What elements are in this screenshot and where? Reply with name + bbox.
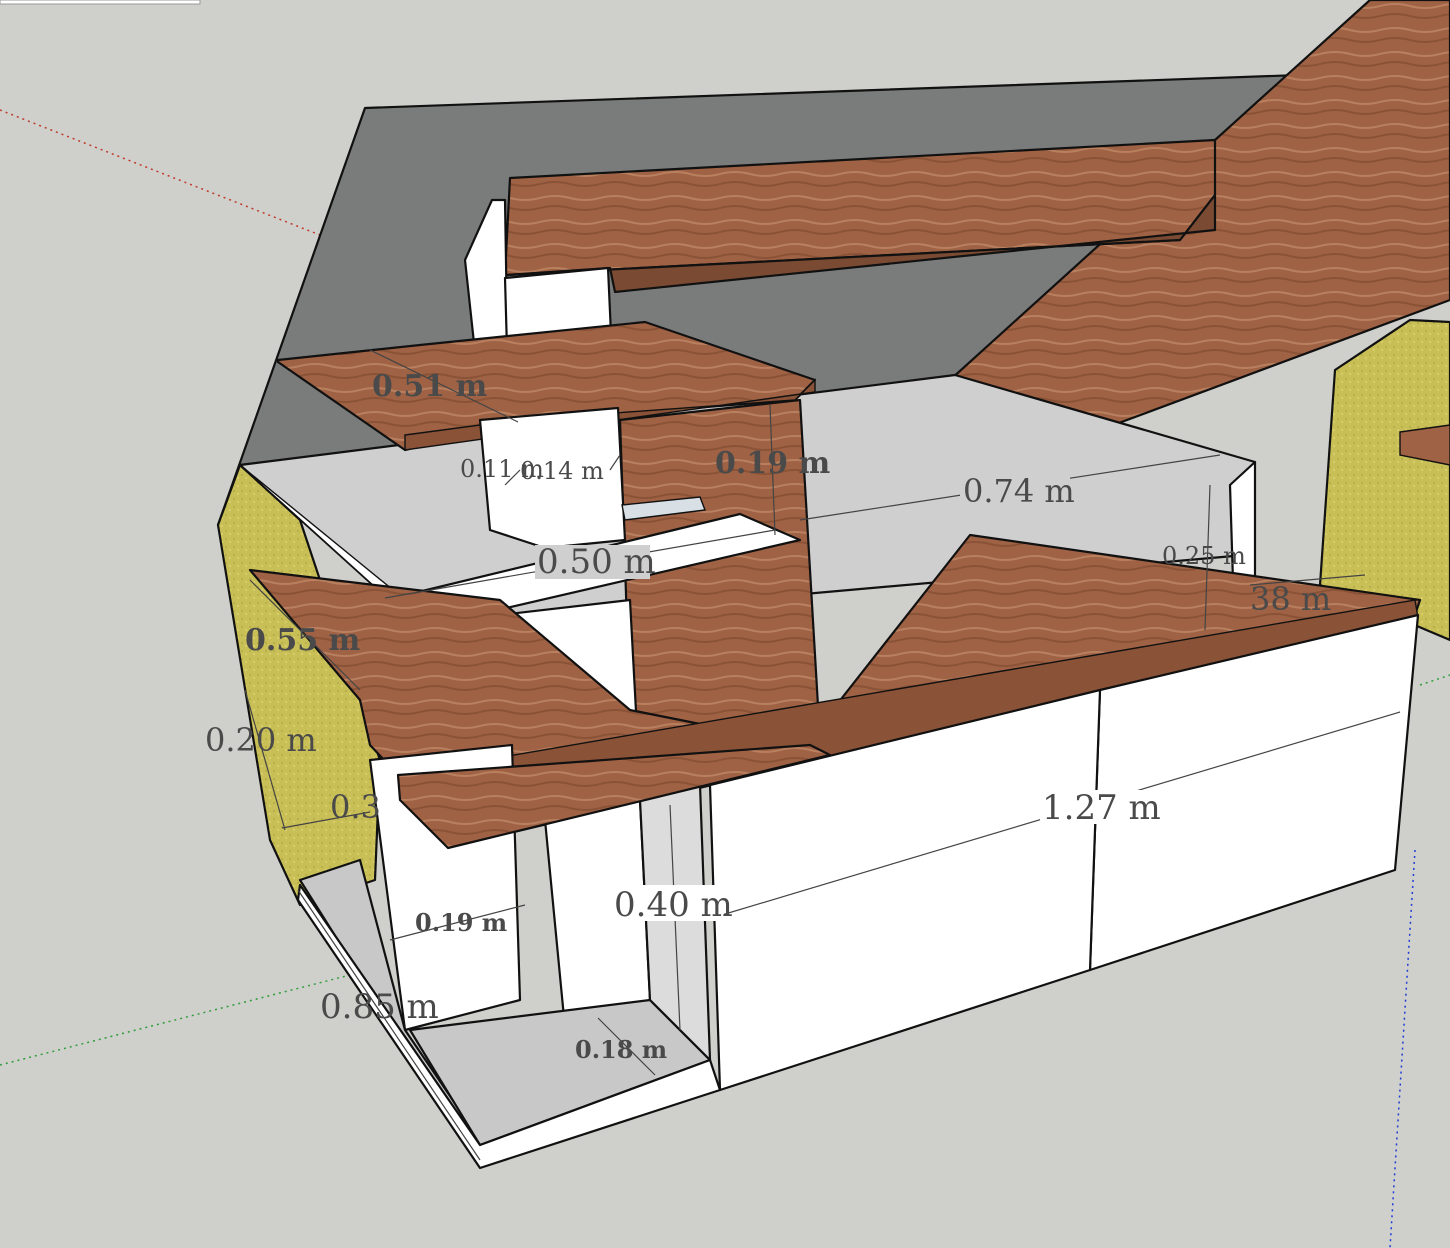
dimension-label-014: 0.14 m — [520, 457, 604, 485]
dimension-label-040: 0.40 m — [614, 885, 733, 925]
green-axis-right — [1419, 674, 1450, 686]
green-axis — [0, 974, 351, 1066]
dimension-label-018: 0.18 m — [575, 1035, 667, 1064]
dimension-label-03: 0.3 — [330, 788, 381, 826]
dimension-label-055: 0.55 m — [245, 623, 361, 658]
dimension-label-085: 0.85 m — [320, 987, 439, 1027]
dimension-label-025: 0.25 m — [1162, 542, 1246, 570]
dimension-label-051: 0.51 m — [372, 369, 488, 404]
dimension-label-074: 0.74 m — [963, 472, 1075, 510]
model-viewport[interactable]: 0.51 m 0.11 m 0.14 m 0.19 m 0.74 m 0.50 … — [0, 0, 1450, 1248]
red-axis — [0, 109, 321, 236]
dimension-label-38: 38 m — [1250, 580, 1331, 618]
dimension-label-019-low: 0.19 m — [415, 908, 507, 937]
dimension-label-127: 1.27 m — [1042, 788, 1161, 828]
dimension-label-019-top: 0.19 m — [715, 446, 831, 481]
dimension-label-020: 0.20 m — [205, 721, 317, 759]
blue-axis — [1389, 849, 1416, 1248]
dimension-label-050: 0.50 m — [537, 542, 656, 582]
toolbar-edge — [0, 0, 201, 5]
